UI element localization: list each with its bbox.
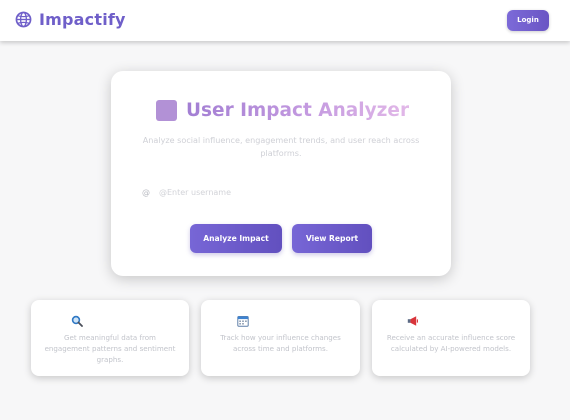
globe-icon bbox=[15, 11, 32, 28]
megaphone-icon bbox=[407, 312, 419, 326]
view-report-button[interactable]: View Report bbox=[292, 224, 372, 253]
at-sign-icon: @ bbox=[142, 187, 150, 197]
feature-text: Get meaningful data from engagement patt… bbox=[44, 333, 176, 364]
magnifier-icon bbox=[71, 312, 83, 327]
feature-card-insights: Get meaningful data from engagement patt… bbox=[31, 300, 189, 376]
feature-text: Receive an accurate influence score calc… bbox=[386, 333, 516, 353]
page-title-text: User Impact Analyzer bbox=[186, 99, 410, 121]
calendar-icon bbox=[237, 312, 249, 327]
feature-card-score: Receive an accurate influence score calc… bbox=[372, 300, 530, 376]
brand-logo-link[interactable]: Impactify bbox=[15, 10, 126, 29]
top-nav-bar: Impactify Login bbox=[0, 0, 570, 41]
brand-name: Impactify bbox=[39, 10, 126, 29]
page-subtitle: Analyze social influence, engagement tre… bbox=[142, 135, 420, 158]
feature-text: Track how your influence changes across … bbox=[220, 333, 341, 353]
login-button[interactable]: Login bbox=[507, 10, 549, 31]
analyze-impact-button[interactable]: Analyze Impact bbox=[190, 224, 282, 253]
username-field: @ bbox=[142, 184, 420, 200]
analyzer-card: User Impact Analyzer Analyze social infl… bbox=[111, 71, 451, 276]
title-square-icon bbox=[156, 99, 177, 121]
username-input[interactable] bbox=[159, 184, 399, 200]
page-title: User Impact Analyzer bbox=[156, 97, 416, 123]
feature-card-tracking: Track how your influence changes across … bbox=[201, 300, 360, 376]
